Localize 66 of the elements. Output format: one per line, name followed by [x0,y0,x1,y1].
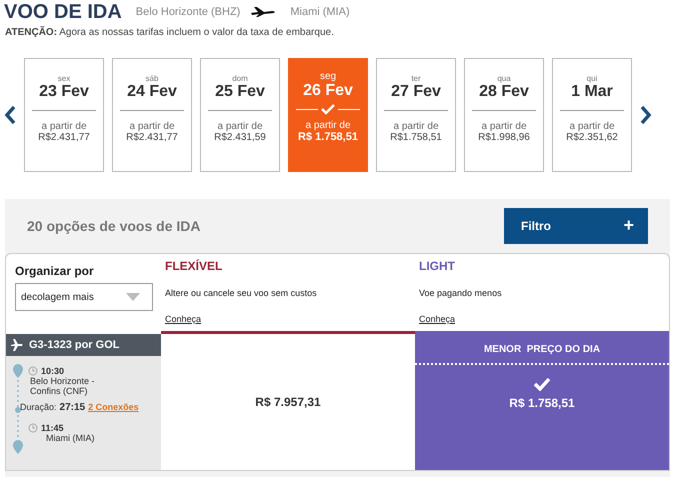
fare-name: LIGHT [419,259,456,273]
weekday: ter [411,74,421,83]
clock-icon [28,423,38,433]
fare-price: R$ 1.758,51 [509,396,575,410]
origin-city: Belo Horizonte (BHZ) [136,6,240,18]
sort-label: Organizar por [15,264,95,278]
airplane-icon [250,7,276,17]
date-label: 1 Mar [571,83,613,101]
weekday: seg [320,71,336,82]
weekday: qua [497,74,511,83]
date-label: 27 Fev [391,83,441,101]
date-card[interactable]: sáb 24 Fev a partir de R$2.431,77 [112,58,192,172]
caret-icon [126,293,140,301]
from-label: a partir de [305,120,351,131]
from-label: a partir de [481,121,527,132]
from-label: a partir de [41,121,87,132]
from-label: a partir de [393,121,439,132]
fare-name: FLEXÍVEL [165,259,224,273]
check-icon [533,377,551,391]
date-card[interactable]: dom 25 Fev a partir de R$2.431,59 [200,58,280,172]
arrival-airport: Miami (MIA) [45,433,96,443]
weekday: sáb [146,74,158,83]
date-price: R$2.431,77 [126,132,178,143]
lowest-price-label: MENOR PREÇO DO DIA [415,334,669,365]
date-label: 25 Fev [215,83,265,101]
clock-icon [28,366,38,376]
results-title: 20 opções de voos de IDA [27,218,200,234]
fare-description: Voe pagando menos [419,288,503,298]
date-price: R$1.998,96 [478,132,530,143]
learn-more-link[interactable]: Conheça [165,314,411,324]
departure-time: 10:30 [41,366,64,376]
fare-description: Altere ou cancele seu voo sem custos [165,288,318,298]
duration: 27:15 [60,402,86,413]
flight-code: G3-1323 por GOL [29,339,120,351]
page-title: VOO DE IDA [4,0,122,24]
date-card[interactable]: qui 1 Mar a partir de R$2.351,62 [552,58,632,172]
weekday: dom [232,74,248,83]
from-label: a partir de [569,121,615,132]
weekday: sex [58,74,70,83]
from-label: a partir de [129,121,175,132]
arrival-time: 11:45 [41,423,64,433]
departure-airport: Belo Horizonte - Confins (CNF) [29,376,96,396]
destination-city: Miami (MIA) [290,6,350,18]
date-card[interactable]: ter 27 Fev a partir de R$1.758,51 [376,58,456,172]
learn-more-link[interactable]: Conheça [419,314,665,324]
fare-option[interactable]: R$ 7.957,31 [161,334,415,470]
filter-button[interactable]: Filtro + [504,208,648,244]
date-card[interactable]: sex 23 Fev a partir de R$2.431,77 [24,58,104,172]
date-price: R$1.758,51 [390,132,442,143]
date-price: R$2.351,62 [566,132,618,143]
from-label: a partir de [217,121,263,132]
date-label: 23 Fev [39,83,89,101]
fare-option[interactable]: MENOR PREÇO DO DIA R$ 1.758,51 [415,334,669,470]
airplane-icon [11,339,23,351]
date-label: 26 Fev [303,82,353,100]
date-label: 24 Fev [127,83,177,101]
date-label: 28 Fev [479,83,529,101]
duration-label: Duração: [20,402,57,412]
weekday: qui [586,74,598,83]
fare-notice: ATENÇÃO: Agora as nossas tarifas incluem o valor da taxa de embarque. [4,25,335,38]
date-price: R$ 1.758,51 [298,131,358,143]
fare-price: R$ 7.957,31 [255,395,321,409]
date-price: R$2.431,77 [38,132,90,143]
date-price: R$2.431,59 [214,132,266,143]
date-card[interactable]: qua 28 Fev a partir de R$1.998,96 [464,58,544,172]
sort-dropdown[interactable]: decolagem mais [15,283,153,311]
